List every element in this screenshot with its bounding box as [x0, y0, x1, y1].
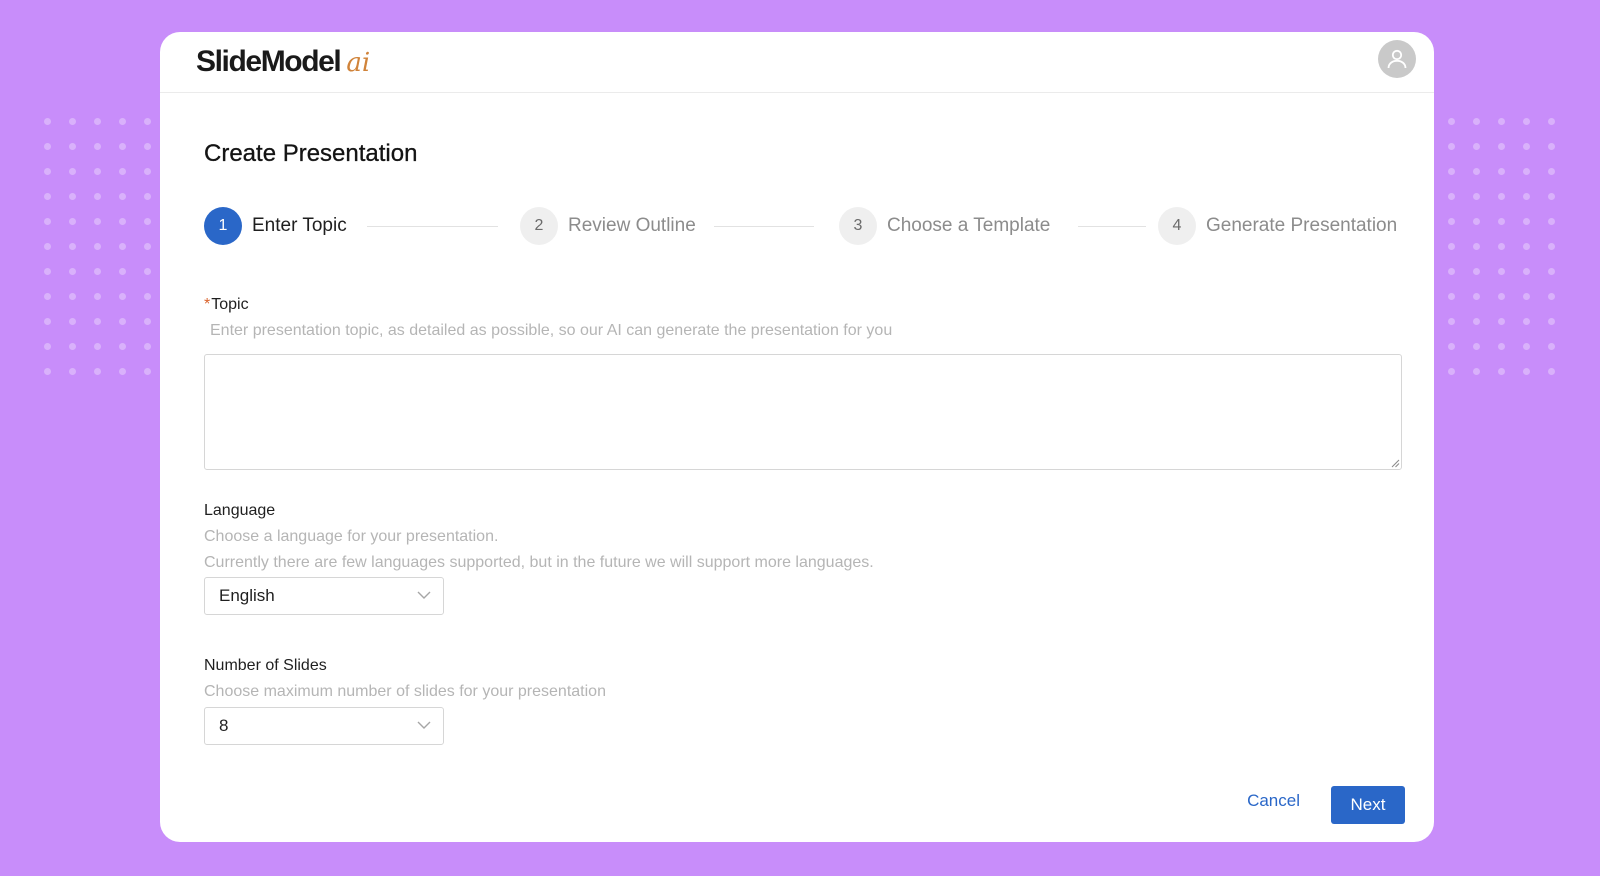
- create-presentation-card: SlideModel ai Create Presentation 1 Ente…: [160, 32, 1434, 842]
- slidemodel-logo[interactable]: SlideModel ai: [196, 42, 370, 82]
- logo-wordmark: SlideModel: [196, 45, 342, 78]
- step-number: 3: [839, 207, 877, 245]
- topic-help-text: Enter presentation topic, as detailed as…: [210, 322, 893, 339]
- step-enter-topic[interactable]: 1 Enter Topic: [204, 206, 347, 246]
- language-label: Language: [204, 502, 276, 519]
- step-number: 4: [1158, 207, 1196, 245]
- step-connector: [1078, 226, 1146, 227]
- user-avatar-button[interactable]: [1378, 40, 1416, 78]
- step-label: Choose a Template: [887, 215, 1051, 236]
- step-label: Review Outline: [568, 215, 696, 236]
- language-help-text-secondary: Currently there are few languages suppor…: [204, 554, 874, 571]
- decorative-dot-grid-left: [44, 118, 151, 375]
- top-bar: SlideModel ai: [160, 32, 1434, 93]
- step-review-outline[interactable]: 2 Review Outline: [520, 206, 696, 246]
- logo-ai-suffix: ai: [346, 48, 371, 78]
- step-connector: [367, 226, 498, 227]
- language-selected-value: English: [219, 586, 275, 605]
- page-title: Create Presentation: [204, 140, 418, 167]
- step-label: Enter Topic: [252, 215, 347, 236]
- step-generate-presentation[interactable]: 4 Generate Presentation: [1158, 206, 1397, 246]
- slides-selected-value: 8: [219, 716, 229, 735]
- topic-label-text: Topic: [211, 296, 249, 313]
- step-number: 1: [204, 207, 242, 245]
- step-number: 2: [520, 207, 558, 245]
- resize-handle-icon[interactable]: [1391, 459, 1400, 468]
- next-button[interactable]: Next: [1331, 786, 1405, 824]
- step-label: Generate Presentation: [1206, 215, 1398, 236]
- chevron-down-icon: [417, 591, 431, 599]
- cancel-button[interactable]: Cancel: [1247, 782, 1300, 820]
- decorative-dot-grid-right: [1448, 118, 1555, 375]
- required-indicator: *: [204, 296, 211, 313]
- language-help-text: Choose a language for your presentation.: [204, 528, 499, 545]
- step-choose-template[interactable]: 3 Choose a Template: [839, 206, 1050, 246]
- user-icon: [1387, 49, 1407, 69]
- progress-stepper: 1 Enter Topic 2 Review Outline 3 Choose …: [204, 206, 1404, 246]
- slides-count-select[interactable]: 8: [204, 707, 444, 745]
- topic-textarea[interactable]: [204, 354, 1402, 470]
- slides-help-text: Choose maximum number of slides for your…: [204, 683, 606, 700]
- topic-label: *Topic: [204, 296, 249, 314]
- slides-label: Number of Slides: [204, 657, 327, 674]
- language-select[interactable]: English: [204, 577, 444, 615]
- chevron-down-icon: [417, 721, 431, 729]
- step-connector: [714, 226, 814, 227]
